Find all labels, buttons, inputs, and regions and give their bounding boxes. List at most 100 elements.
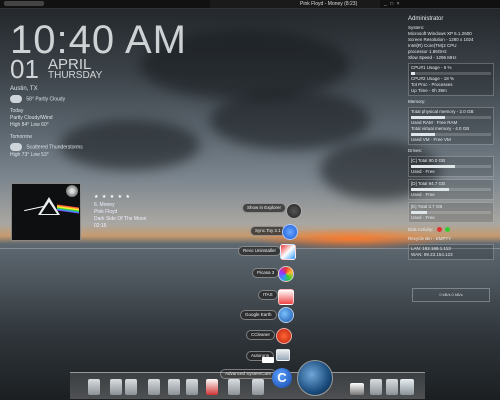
storm-icon (10, 143, 22, 152)
cloud-shape (210, 90, 370, 150)
network-graph: 0 kB/s 0 kB/s (412, 288, 490, 302)
ccleaner-icon[interactable] (276, 328, 292, 344)
network-box: LAN: 192.168.1.113 WAN: 99.23.154.123 (408, 244, 494, 260)
ram-bar (411, 116, 491, 119)
arrow-icon (262, 357, 274, 363)
track-time: 02:16 (94, 223, 107, 229)
uptime: Up Time - 0h 39m (411, 88, 447, 93)
uninstall-icon[interactable] (280, 244, 296, 260)
prism-inner (41, 202, 57, 214)
weather-tomorrow-range: High 73° Low 53° (10, 151, 49, 158)
launcher-label[interactable]: Revo Uninstaller (238, 246, 282, 256)
dock-app-icon[interactable] (228, 379, 240, 395)
weather-tomorrow-desc: Scattered Thunderstorms (26, 144, 83, 151)
autoruns-icon[interactable] (276, 349, 290, 361)
dock-app-icon[interactable] (206, 379, 218, 395)
ram-bar-fill (411, 116, 445, 119)
drive-d-free: Free (425, 192, 435, 197)
track-title: 6. Money (94, 202, 115, 208)
dock-app-icon[interactable] (88, 379, 100, 395)
earth-icon[interactable] (297, 360, 333, 396)
drive-c-box[interactable]: [C] Total 80.0 GB Used · Free (408, 156, 494, 177)
drive-c-legend: Used · Free (411, 169, 435, 174)
dock-bar (70, 372, 425, 399)
vm-legend: Used VM · Free VM (411, 137, 451, 142)
vm-bar-fill (411, 133, 435, 136)
cpu-box: CPU#1 Usage - 5 % CPU#2 Usage - 18 % Tot… (408, 63, 494, 96)
dock-app-icon[interactable] (386, 379, 398, 395)
trash-icon[interactable] (400, 379, 414, 395)
itas-icon[interactable] (278, 289, 294, 305)
drive-e-legend: Used · Free (411, 215, 435, 220)
cpu-bar-fill (411, 72, 415, 75)
used-ram: Used RAM (411, 120, 433, 125)
launcher-label[interactable]: ITAS (258, 290, 278, 300)
drive-d-box[interactable]: [D] Total 94.7 GB Used · Free (408, 179, 494, 200)
window-controls[interactable]: _ □ × (384, 1, 401, 7)
disk-activity-label: Disk Activity: (408, 227, 434, 232)
spectrum-rays (57, 204, 79, 214)
cpu-bar (411, 72, 491, 75)
dock-app-icon[interactable] (370, 379, 382, 395)
track-album: Dark Side Of The Moon (94, 216, 147, 222)
weather-current-temp: 58° (26, 96, 34, 103)
drive-d-legend: Used · Free (411, 192, 435, 197)
free-ram: Free RAM (436, 120, 458, 125)
pointer-icon[interactable] (286, 203, 302, 219)
launcher-label[interactable]: CCleaner (246, 330, 276, 340)
drive-e-used: Used (411, 215, 422, 220)
drive-c-bar-fill (411, 165, 455, 168)
launcher-label[interactable]: Google Earth (240, 310, 277, 320)
dock-app-icon[interactable] (168, 379, 180, 395)
weather-current: 58° Partly Cloudy (10, 95, 120, 103)
cd-icon[interactable] (66, 185, 78, 197)
dock-app-icon[interactable] (125, 379, 137, 395)
start-button[interactable] (4, 1, 44, 6)
disk-write-led-icon (444, 227, 450, 233)
track-artist: Pink Floyd (94, 209, 118, 215)
top-taskbar: Pink Floyd - Money (8:23) _ □ × (0, 0, 500, 9)
date-weekday: THURSDAY (48, 70, 103, 81)
picasa-icon[interactable] (278, 266, 294, 282)
launcher-label[interactable]: Sync.Toy 2.1 (250, 226, 286, 236)
drives-label: Drives: (408, 148, 423, 153)
dock-app-icon[interactable] (252, 379, 264, 395)
drive-c-used: Used (411, 169, 422, 174)
memory-label: Memory: (408, 99, 426, 104)
track-rating[interactable]: ★ ★ ★ ★ ★ (94, 194, 131, 200)
memory-box: Total physical memory - 2.0 GB Used RAM … (408, 107, 494, 145)
cpu1-usage: CPU#1 Usage - 5 % (411, 65, 452, 70)
weather-today-desc: Partly Cloudy/Wind (10, 115, 53, 122)
sync-icon[interactable] (282, 224, 298, 240)
weather-today-label: Today (10, 108, 24, 115)
user-name: Administrator (408, 16, 444, 22)
drive-c-bar (411, 165, 491, 168)
launcher-label[interactable]: Show in Explorer (242, 203, 287, 213)
drive-e-free: Free (425, 215, 435, 220)
drive-d-bar-fill (411, 188, 450, 191)
drive-d-total: [D] Total 94.7 GB (411, 181, 446, 186)
weather-tomorrow: Scattered Thunderstorms (10, 143, 120, 152)
date-day: 01 (10, 54, 39, 84)
track-info: 6. Money Pink Floyd Dark Side Of The Moo… (94, 202, 146, 230)
dock-app-icon[interactable] (350, 383, 364, 395)
drive-d-bar (411, 188, 491, 191)
launcher-label[interactable]: Picasa 3 (252, 268, 280, 278)
c-app-icon[interactable]: C (272, 368, 292, 388)
dock-app-icon[interactable] (148, 379, 160, 395)
dock-app-icon[interactable] (186, 379, 198, 395)
used-vm: Used VM (411, 137, 430, 142)
recycle-bin-status[interactable]: Recycle Bin - EMPTY (408, 236, 494, 242)
drive-e-bar (411, 211, 491, 214)
weather-tomorrow-label: Tomorrow (10, 134, 32, 141)
drive-e-box[interactable]: [E] Total 3.7 GB Used · Free (408, 202, 494, 223)
free-vm: Free VM (433, 137, 451, 142)
drive-c-free: Free (425, 169, 435, 174)
disk-read-led-icon (436, 227, 442, 233)
vm-bar (411, 133, 491, 136)
dock-app-icon[interactable] (110, 379, 122, 395)
globe-icon[interactable] (278, 307, 294, 323)
drive-e-bar-fill (411, 211, 427, 214)
cloud-icon (10, 95, 22, 103)
virtual-memory: Total virtual memory - 4.0 GB (411, 126, 470, 131)
